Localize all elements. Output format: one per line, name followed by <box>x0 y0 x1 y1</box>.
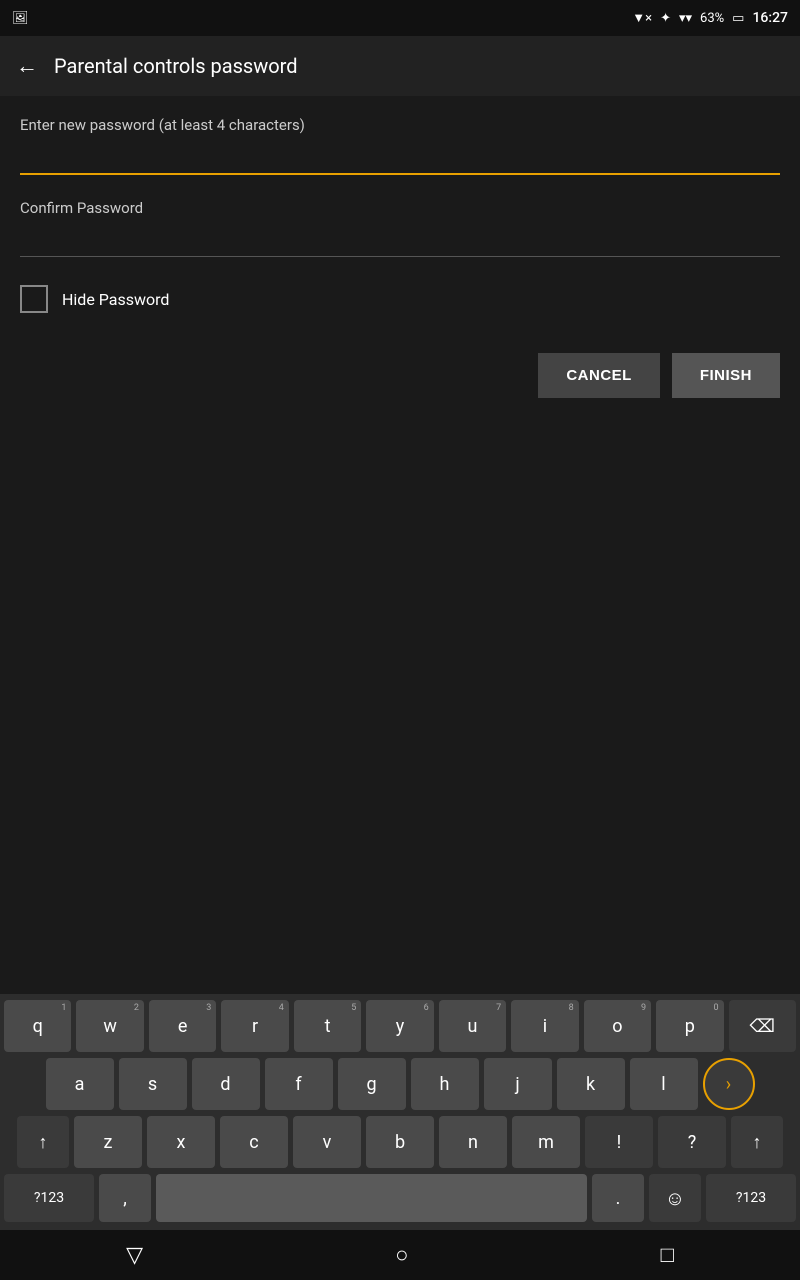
key-p[interactable]: 0p <box>656 1000 723 1052</box>
image-icon: 🖼 <box>12 11 29 26</box>
key-e[interactable]: 3e <box>149 1000 216 1052</box>
keyboard-row-2: a s d f g h j k l › <box>4 1058 796 1110</box>
status-bar: 🖼 ▼× ✦ ▾▾ 63% ▭ 16:27 <box>0 0 800 36</box>
sym-key-right[interactable]: ?123 <box>706 1174 796 1222</box>
hide-password-checkbox[interactable] <box>20 285 48 313</box>
sym-key-left[interactable]: ?123 <box>4 1174 94 1222</box>
nav-back-icon[interactable]: ▽ <box>126 1243 143 1268</box>
hide-password-label: Hide Password <box>62 290 169 309</box>
key-z[interactable]: z <box>74 1116 142 1168</box>
key-y[interactable]: 6y <box>366 1000 433 1052</box>
confirm-password-input[interactable] <box>20 225 780 257</box>
period-key[interactable]: . <box>592 1174 644 1222</box>
key-i[interactable]: 8i <box>511 1000 578 1052</box>
key-a[interactable]: a <box>46 1058 114 1110</box>
keyboard-row-bottom: ?123 , . ☺ ?123 <box>4 1174 796 1222</box>
back-button[interactable]: ← <box>16 53 38 79</box>
confirm-password-label: Confirm Password <box>20 199 780 217</box>
key-t[interactable]: 5t <box>294 1000 361 1052</box>
nav-home-icon[interactable]: ○ <box>395 1242 408 1268</box>
cancel-button[interactable]: CANCEL <box>538 353 660 398</box>
key-r[interactable]: 4r <box>221 1000 288 1052</box>
nav-recent-icon[interactable]: □ <box>661 1242 674 1268</box>
key-u[interactable]: 7u <box>439 1000 506 1052</box>
space-key[interactable] <box>156 1174 587 1222</box>
key-b[interactable]: b <box>366 1116 434 1168</box>
keyboard-row-1: 1q 2w 3e 4r 5t 6y 7u 8i 9o 0p ⌫ <box>4 1000 796 1052</box>
key-h[interactable]: h <box>411 1058 479 1110</box>
battery-icon: ▭ <box>732 11 744 26</box>
key-v[interactable]: v <box>293 1116 361 1168</box>
nav-bar: ▽ ○ □ <box>0 1230 800 1280</box>
toolbar: ← Parental controls password <box>0 36 800 96</box>
clock: 16:27 <box>752 10 788 26</box>
key-l[interactable]: l <box>630 1058 698 1110</box>
new-password-label: Enter new password (at least 4 character… <box>20 116 780 134</box>
status-bar-right: ▼× ✦ ▾▾ 63% ▭ 16:27 <box>632 10 788 26</box>
key-n[interactable]: n <box>439 1116 507 1168</box>
key-c[interactable]: c <box>220 1116 288 1168</box>
signal-icon: ▼× <box>632 10 652 26</box>
key-g[interactable]: g <box>338 1058 406 1110</box>
backspace-key[interactable]: ⌫ <box>729 1000 796 1052</box>
key-q[interactable]: 1q <box>4 1000 71 1052</box>
key-d[interactable]: d <box>192 1058 260 1110</box>
key-w[interactable]: 2w <box>76 1000 143 1052</box>
key-j[interactable]: j <box>484 1058 552 1110</box>
bluetooth-icon: ✦ <box>660 11 671 26</box>
wifi-icon: ▾▾ <box>679 11 692 26</box>
page-title: Parental controls password <box>54 54 298 78</box>
key-m[interactable]: m <box>512 1116 580 1168</box>
action-buttons: CANCEL FINISH <box>20 353 780 398</box>
comma-key[interactable]: , <box>99 1174 151 1222</box>
key-s[interactable]: s <box>119 1058 187 1110</box>
key-question[interactable]: ? <box>658 1116 726 1168</box>
emoji-key[interactable]: ☺ <box>649 1174 701 1222</box>
new-password-input[interactable] <box>20 142 780 175</box>
key-o[interactable]: 9o <box>584 1000 651 1052</box>
finish-button[interactable]: FINISH <box>672 353 780 398</box>
status-bar-left: 🖼 <box>12 11 29 26</box>
shift-key-left[interactable]: ↑ <box>17 1116 69 1168</box>
keyboard: 1q 2w 3e 4r 5t 6y 7u 8i 9o 0p ⌫ a s d f … <box>0 994 800 1230</box>
hide-password-row: Hide Password <box>20 285 780 313</box>
enter-key[interactable]: › <box>703 1058 755 1110</box>
key-k[interactable]: k <box>557 1058 625 1110</box>
content-area: Enter new password (at least 4 character… <box>0 96 800 398</box>
key-f[interactable]: f <box>265 1058 333 1110</box>
battery-percent: 63% <box>700 11 724 26</box>
key-x[interactable]: x <box>147 1116 215 1168</box>
shift-key-right[interactable]: ↑ <box>731 1116 783 1168</box>
key-exclaim[interactable]: ! <box>585 1116 653 1168</box>
keyboard-row-3: ↑ z x c v b n m ! ? ↑ <box>4 1116 796 1168</box>
